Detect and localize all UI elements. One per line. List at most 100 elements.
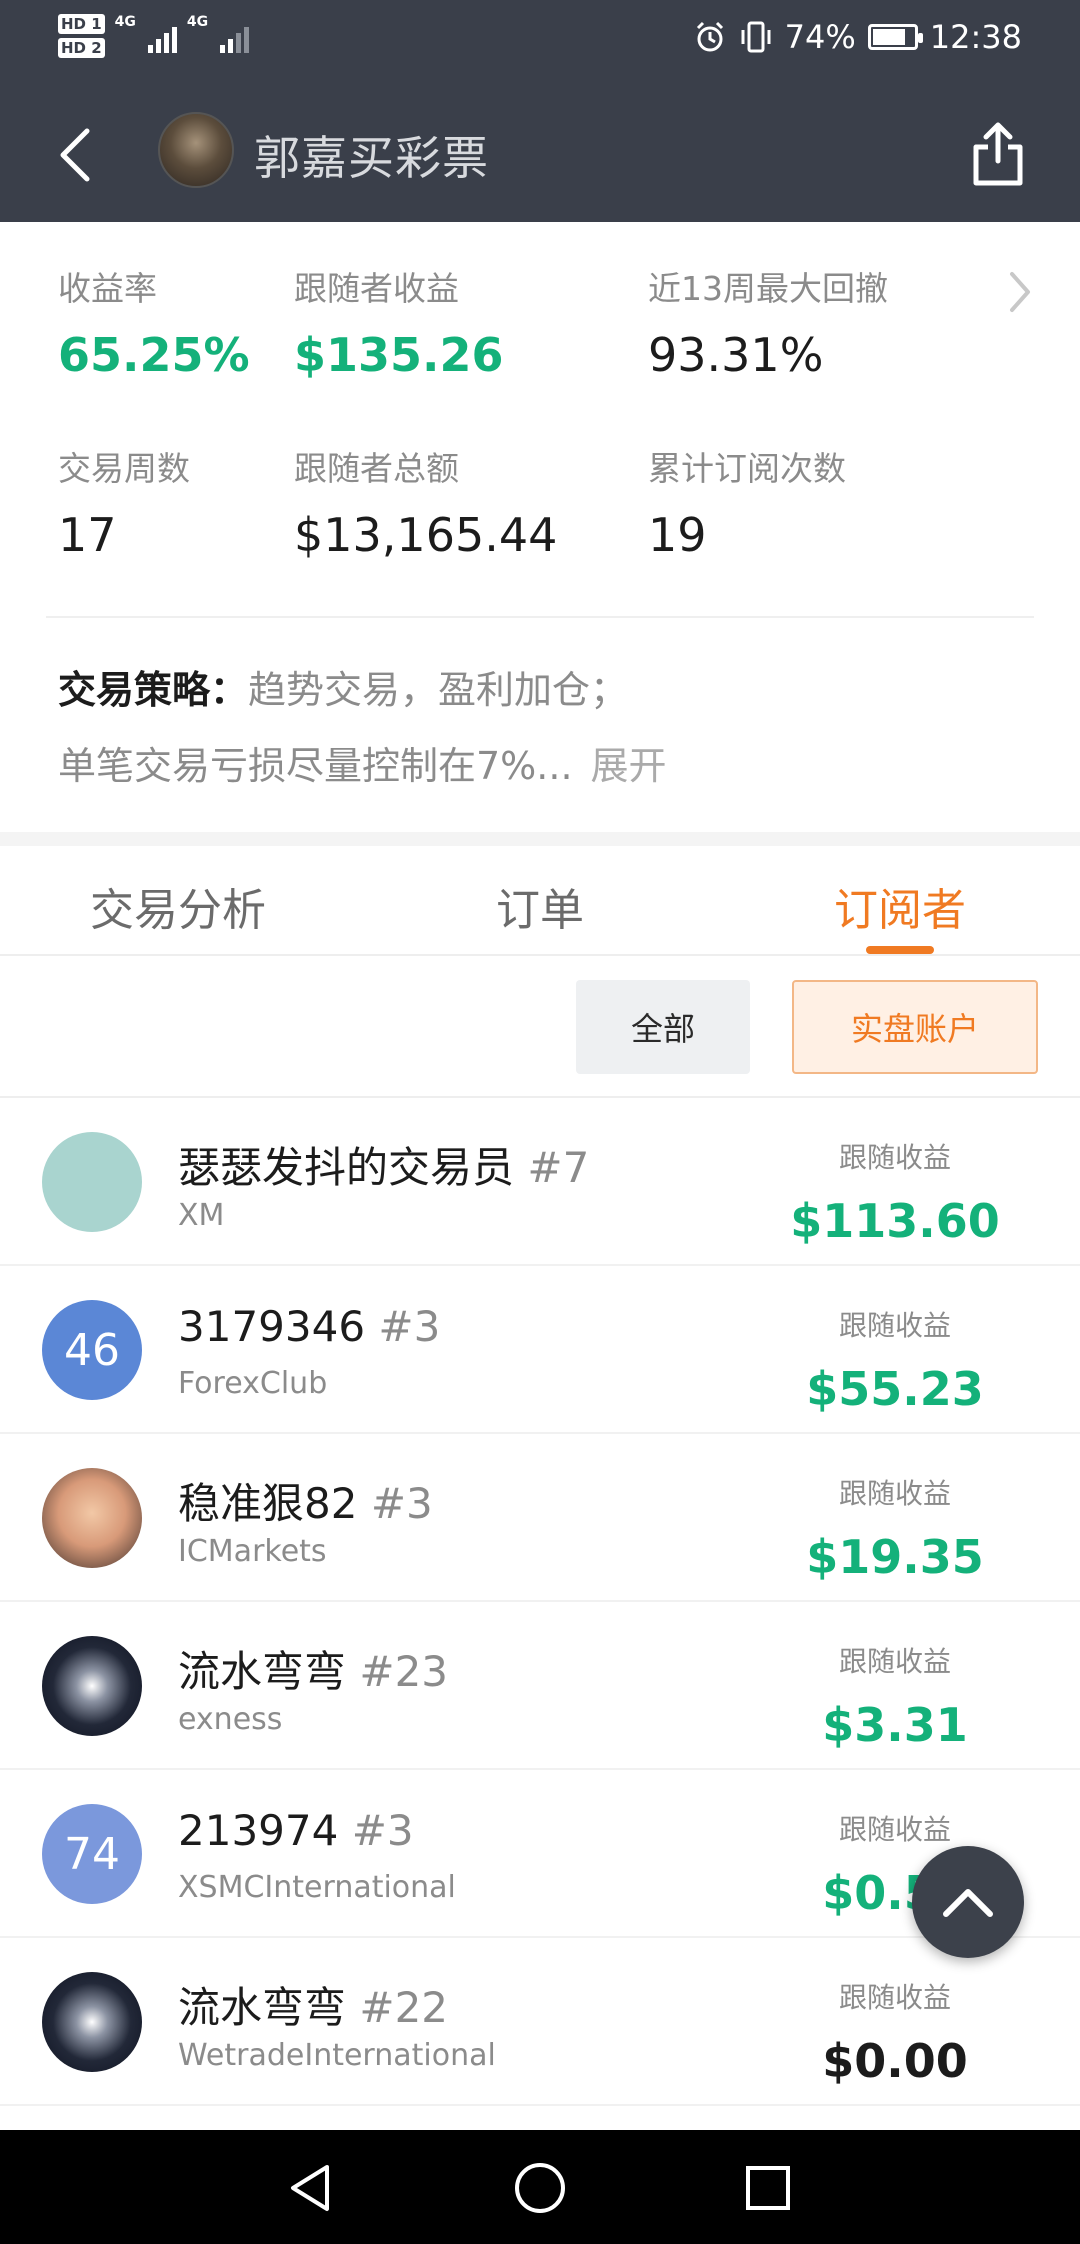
trader-avatar[interactable] [158, 112, 234, 188]
subscriber-rank: #23 [359, 1647, 449, 1696]
tab-orders[interactable]: 订单 [496, 874, 584, 938]
avatar-text: 74 [64, 1828, 120, 1880]
profit-value: $113.60 [790, 1194, 1000, 1248]
alarm-icon [696, 21, 723, 52]
signal-icon [147, 23, 177, 53]
subscriber-avatar[interactable] [42, 1132, 142, 1232]
stats-more-button[interactable] [1000, 262, 1040, 322]
hd-indicator: HD 1 HD 2 [58, 14, 105, 62]
stat-value: $13,165.44 [294, 508, 558, 562]
stat-label: 跟随者收益 [294, 269, 459, 308]
scroll-top-button[interactable] [912, 1846, 1024, 1958]
stat-label: 累计订阅次数 [648, 449, 846, 488]
subscriber-name: 流水弯弯 [178, 1983, 347, 2032]
section-gap [0, 832, 1080, 846]
clock: 12:38 [929, 18, 1022, 56]
filter-all-button[interactable]: 全部 [576, 980, 750, 1074]
subscriber-rank: #7 [527, 1143, 590, 1192]
subscriber-broker: WetradeInternational [178, 2038, 496, 2073]
stat-max-drawdown: 近13周最大回撤 93.31% [648, 262, 888, 382]
system-nav-bar [0, 2130, 1080, 2244]
stat-value: 65.25% [58, 328, 250, 382]
triangle-back-icon [291, 2165, 329, 2211]
hd1-label: HD 1 [58, 14, 105, 34]
subscriber-name-line: 稳准狠82 #3 [178, 1470, 433, 1531]
share-button[interactable] [966, 118, 1030, 190]
profit-label: 跟随收益 [838, 1813, 951, 1846]
battery-percent: 74% [784, 18, 856, 56]
avatar-text: 46 [64, 1324, 120, 1376]
profit-label: 跟随收益 [838, 1477, 951, 1510]
signal-icon-2 [220, 23, 250, 53]
subscriber-name-line: 3179346 #3 [178, 1302, 440, 1351]
status-right: 74% 12:38 [693, 18, 1022, 56]
tab-trade-analysis[interactable]: 交易分析 [90, 874, 266, 938]
list-item[interactable]: 流水弯弯 #23 exness 跟随收益 $3.31 [0, 1602, 1080, 1770]
nav-bar: 郭嘉买彩票 [0, 100, 1080, 210]
subscriber-avatar[interactable]: 74 [42, 1804, 142, 1904]
battery-icon [867, 24, 923, 50]
profit-value: $55.23 [806, 1362, 984, 1416]
subscriber-name-line: 瑟瑟发抖的交易员 #7 [178, 1134, 589, 1195]
stat-follower-total: 跟随者总额 $13,165.44 [294, 442, 557, 562]
subscriber-rank: #3 [378, 1302, 441, 1351]
subscriber-avatar[interactable] [42, 1468, 142, 1568]
subscriber-name: 213974 [178, 1806, 339, 1855]
stat-trading-weeks: 交易周数 17 [58, 442, 190, 562]
subscriber-broker: XM [178, 1198, 225, 1233]
chevron-up-icon [943, 1889, 993, 1917]
subscriber-broker: ICMarkets [178, 1534, 327, 1569]
square-recents-icon [746, 2166, 790, 2210]
stat-label: 交易周数 [58, 449, 190, 488]
subscriber-rank: #3 [370, 1479, 433, 1528]
subscriber-name-line: 流水弯弯 #22 [178, 1974, 448, 2035]
subscriber-avatar[interactable] [42, 1972, 142, 2072]
stat-label: 跟随者总额 [294, 449, 459, 488]
stat-value: 17 [58, 508, 117, 562]
active-tab-indicator [866, 946, 934, 954]
subscriber-name: 流水弯弯 [178, 1647, 347, 1696]
strategy-text: 交易策略：趋势交易，盈利加仓； 单笔交易亏损尽量控制在7%... 展开 [58, 652, 1038, 804]
chevron-left-icon [60, 128, 90, 182]
profit-label: 跟随收益 [838, 1981, 951, 2014]
nav-home-button[interactable] [510, 2158, 570, 2218]
list-item[interactable]: 46 3179346 #3 ForexClub 跟随收益 $55.23 [0, 1266, 1080, 1434]
strategy-line1: 趋势交易，盈利加仓； [248, 668, 629, 712]
subscriber-name: 3179346 [178, 1302, 366, 1351]
stat-follower-profit: 跟随者收益 $135.26 [294, 262, 504, 382]
subscriber-name: 瑟瑟发抖的交易员 [178, 1143, 515, 1192]
profit-label: 跟随收益 [838, 1309, 951, 1342]
chevron-right-icon [1010, 272, 1030, 312]
nav-recents-button[interactable] [738, 2158, 798, 2218]
stats-panel: 收益率 65.25% 跟随者收益 $135.26 近13周最大回撤 93.31%… [0, 222, 1080, 832]
stat-value: 93.31% [648, 328, 824, 382]
hd2-label: HD 2 [58, 38, 105, 58]
stat-subscriptions: 累计订阅次数 19 [648, 442, 846, 562]
circle-home-icon [515, 2163, 565, 2213]
subscriber-rank: #3 [351, 1806, 414, 1855]
status-left: HD 1 HD 2 4G 4G [58, 14, 250, 62]
subscriber-avatar[interactable]: 46 [42, 1300, 142, 1400]
subscriber-list: 瑟瑟发抖的交易员 #7 XM 跟随收益 $113.60 46 3179346 #3 Fore… [0, 1098, 1080, 2106]
subscriber-name: 稳准狠82 [178, 1479, 358, 1528]
profit-label: 跟随收益 [838, 1645, 951, 1678]
expand-link[interactable]: 展开 [591, 744, 667, 788]
app-screen: HD 1 HD 2 4G 4G 74% 12:38 郭嘉买彩票 收益率 65.2… [0, 0, 1080, 2244]
profit-label: 跟随收益 [838, 1141, 951, 1174]
profit-value: $19.35 [806, 1530, 984, 1584]
status-bar: HD 1 HD 2 4G 4G 74% 12:38 [0, 0, 1080, 80]
filter-bar: 全部 实盘账户 [0, 956, 1080, 1098]
list-item[interactable]: 流水弯弯 #22 WetradeInternational 跟随收益 $0.00 [0, 1938, 1080, 2106]
stat-value: 19 [648, 508, 707, 562]
back-button[interactable] [40, 120, 110, 190]
network-type-2: 4G [186, 14, 209, 30]
stat-return-rate: 收益率 65.25% [58, 262, 250, 382]
tab-subscribers[interactable]: 订阅者 [834, 874, 966, 938]
filter-real-account-button[interactable]: 实盘账户 [792, 980, 1038, 1074]
page-title: 郭嘉买彩票 [254, 131, 489, 185]
list-item[interactable]: 瑟瑟发抖的交易员 #7 XM 跟随收益 $113.60 [0, 1098, 1080, 1266]
subscriber-broker: exness [178, 1702, 283, 1737]
subscriber-avatar[interactable] [42, 1636, 142, 1736]
list-item[interactable]: 稳准狠82 #3 ICMarkets 跟随收益 $19.35 [0, 1434, 1080, 1602]
nav-back-button[interactable] [280, 2158, 340, 2218]
